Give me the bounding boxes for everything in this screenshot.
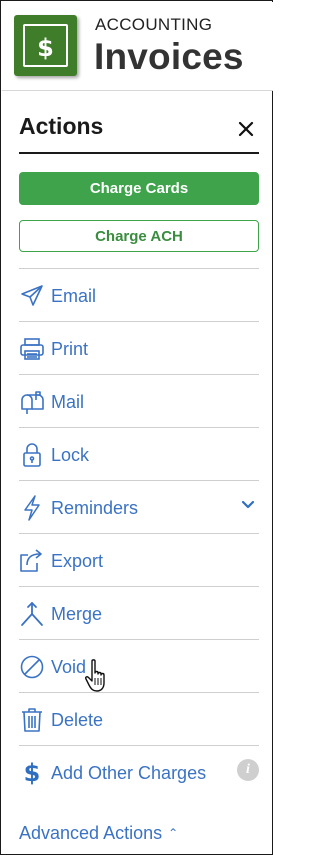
mailbox-icon xyxy=(19,389,45,415)
action-export-label: Export xyxy=(51,550,104,571)
export-icon xyxy=(19,548,45,574)
lightning-icon xyxy=(19,495,45,521)
divider xyxy=(19,427,259,428)
trash-icon xyxy=(19,707,45,733)
action-void-label: Void xyxy=(51,656,87,677)
divider xyxy=(19,692,259,693)
action-add-other-charges[interactable]: $ Add Other Charges xyxy=(19,747,259,799)
action-mail[interactable]: Mail xyxy=(19,376,259,428)
divider xyxy=(19,480,259,481)
action-print-label: Print xyxy=(51,338,89,359)
info-icon[interactable]: i xyxy=(237,759,259,781)
app-header: $ ACCOUNTING Invoices xyxy=(2,2,273,91)
divider xyxy=(19,745,259,746)
divider xyxy=(19,321,259,322)
merge-icon xyxy=(19,601,45,627)
logo-symbol: $ xyxy=(37,34,54,62)
action-reminders[interactable]: Reminders xyxy=(19,482,259,534)
divider xyxy=(19,374,259,375)
send-icon xyxy=(19,283,45,309)
dollar-icon: $ xyxy=(19,759,45,787)
advanced-actions-label: Advanced Actions xyxy=(19,823,163,843)
chevron-down-icon[interactable] xyxy=(241,500,255,510)
action-lock-label: Lock xyxy=(51,444,90,465)
action-print[interactable]: Print xyxy=(19,323,259,375)
action-void[interactable]: Void xyxy=(19,641,259,693)
invoice-actions-panel: $ ACCOUNTING Invoices Actions Charge Car… xyxy=(0,0,273,855)
action-merge-label: Merge xyxy=(51,603,103,624)
action-lock[interactable]: Lock xyxy=(19,429,259,481)
charge-cards-button[interactable]: Charge Cards xyxy=(19,172,259,205)
close-icon[interactable] xyxy=(236,119,256,139)
action-add-other-charges-label: Add Other Charges xyxy=(51,762,207,783)
action-delete-label: Delete xyxy=(51,709,104,730)
action-delete[interactable]: Delete xyxy=(19,694,259,746)
divider xyxy=(19,533,259,534)
action-email[interactable]: Email xyxy=(19,270,259,322)
action-export[interactable]: Export xyxy=(19,535,259,587)
action-merge[interactable]: Merge xyxy=(19,588,259,640)
divider xyxy=(19,268,259,269)
dollar-logo-icon: $ xyxy=(37,34,54,62)
accounting-logo: $ xyxy=(14,15,77,76)
dollar-symbol: $ xyxy=(23,759,41,787)
action-email-label: Email xyxy=(51,285,97,306)
divider xyxy=(19,639,259,640)
void-icon xyxy=(19,654,45,680)
chevron-up-icon: ⌃ xyxy=(168,826,179,840)
divider xyxy=(19,586,259,587)
advanced-actions-toggle[interactable]: Advanced Actions ⌃ xyxy=(19,823,178,844)
action-reminders-label: Reminders xyxy=(51,497,139,518)
title-divider xyxy=(19,152,259,154)
page-title: Invoices xyxy=(94,36,244,77)
lock-icon xyxy=(19,442,45,468)
printer-icon xyxy=(19,336,45,362)
charge-ach-button[interactable]: Charge ACH xyxy=(19,220,259,252)
action-mail-label: Mail xyxy=(51,391,85,412)
app-section-label: ACCOUNTING xyxy=(95,15,213,34)
actions-title: Actions xyxy=(19,113,104,139)
